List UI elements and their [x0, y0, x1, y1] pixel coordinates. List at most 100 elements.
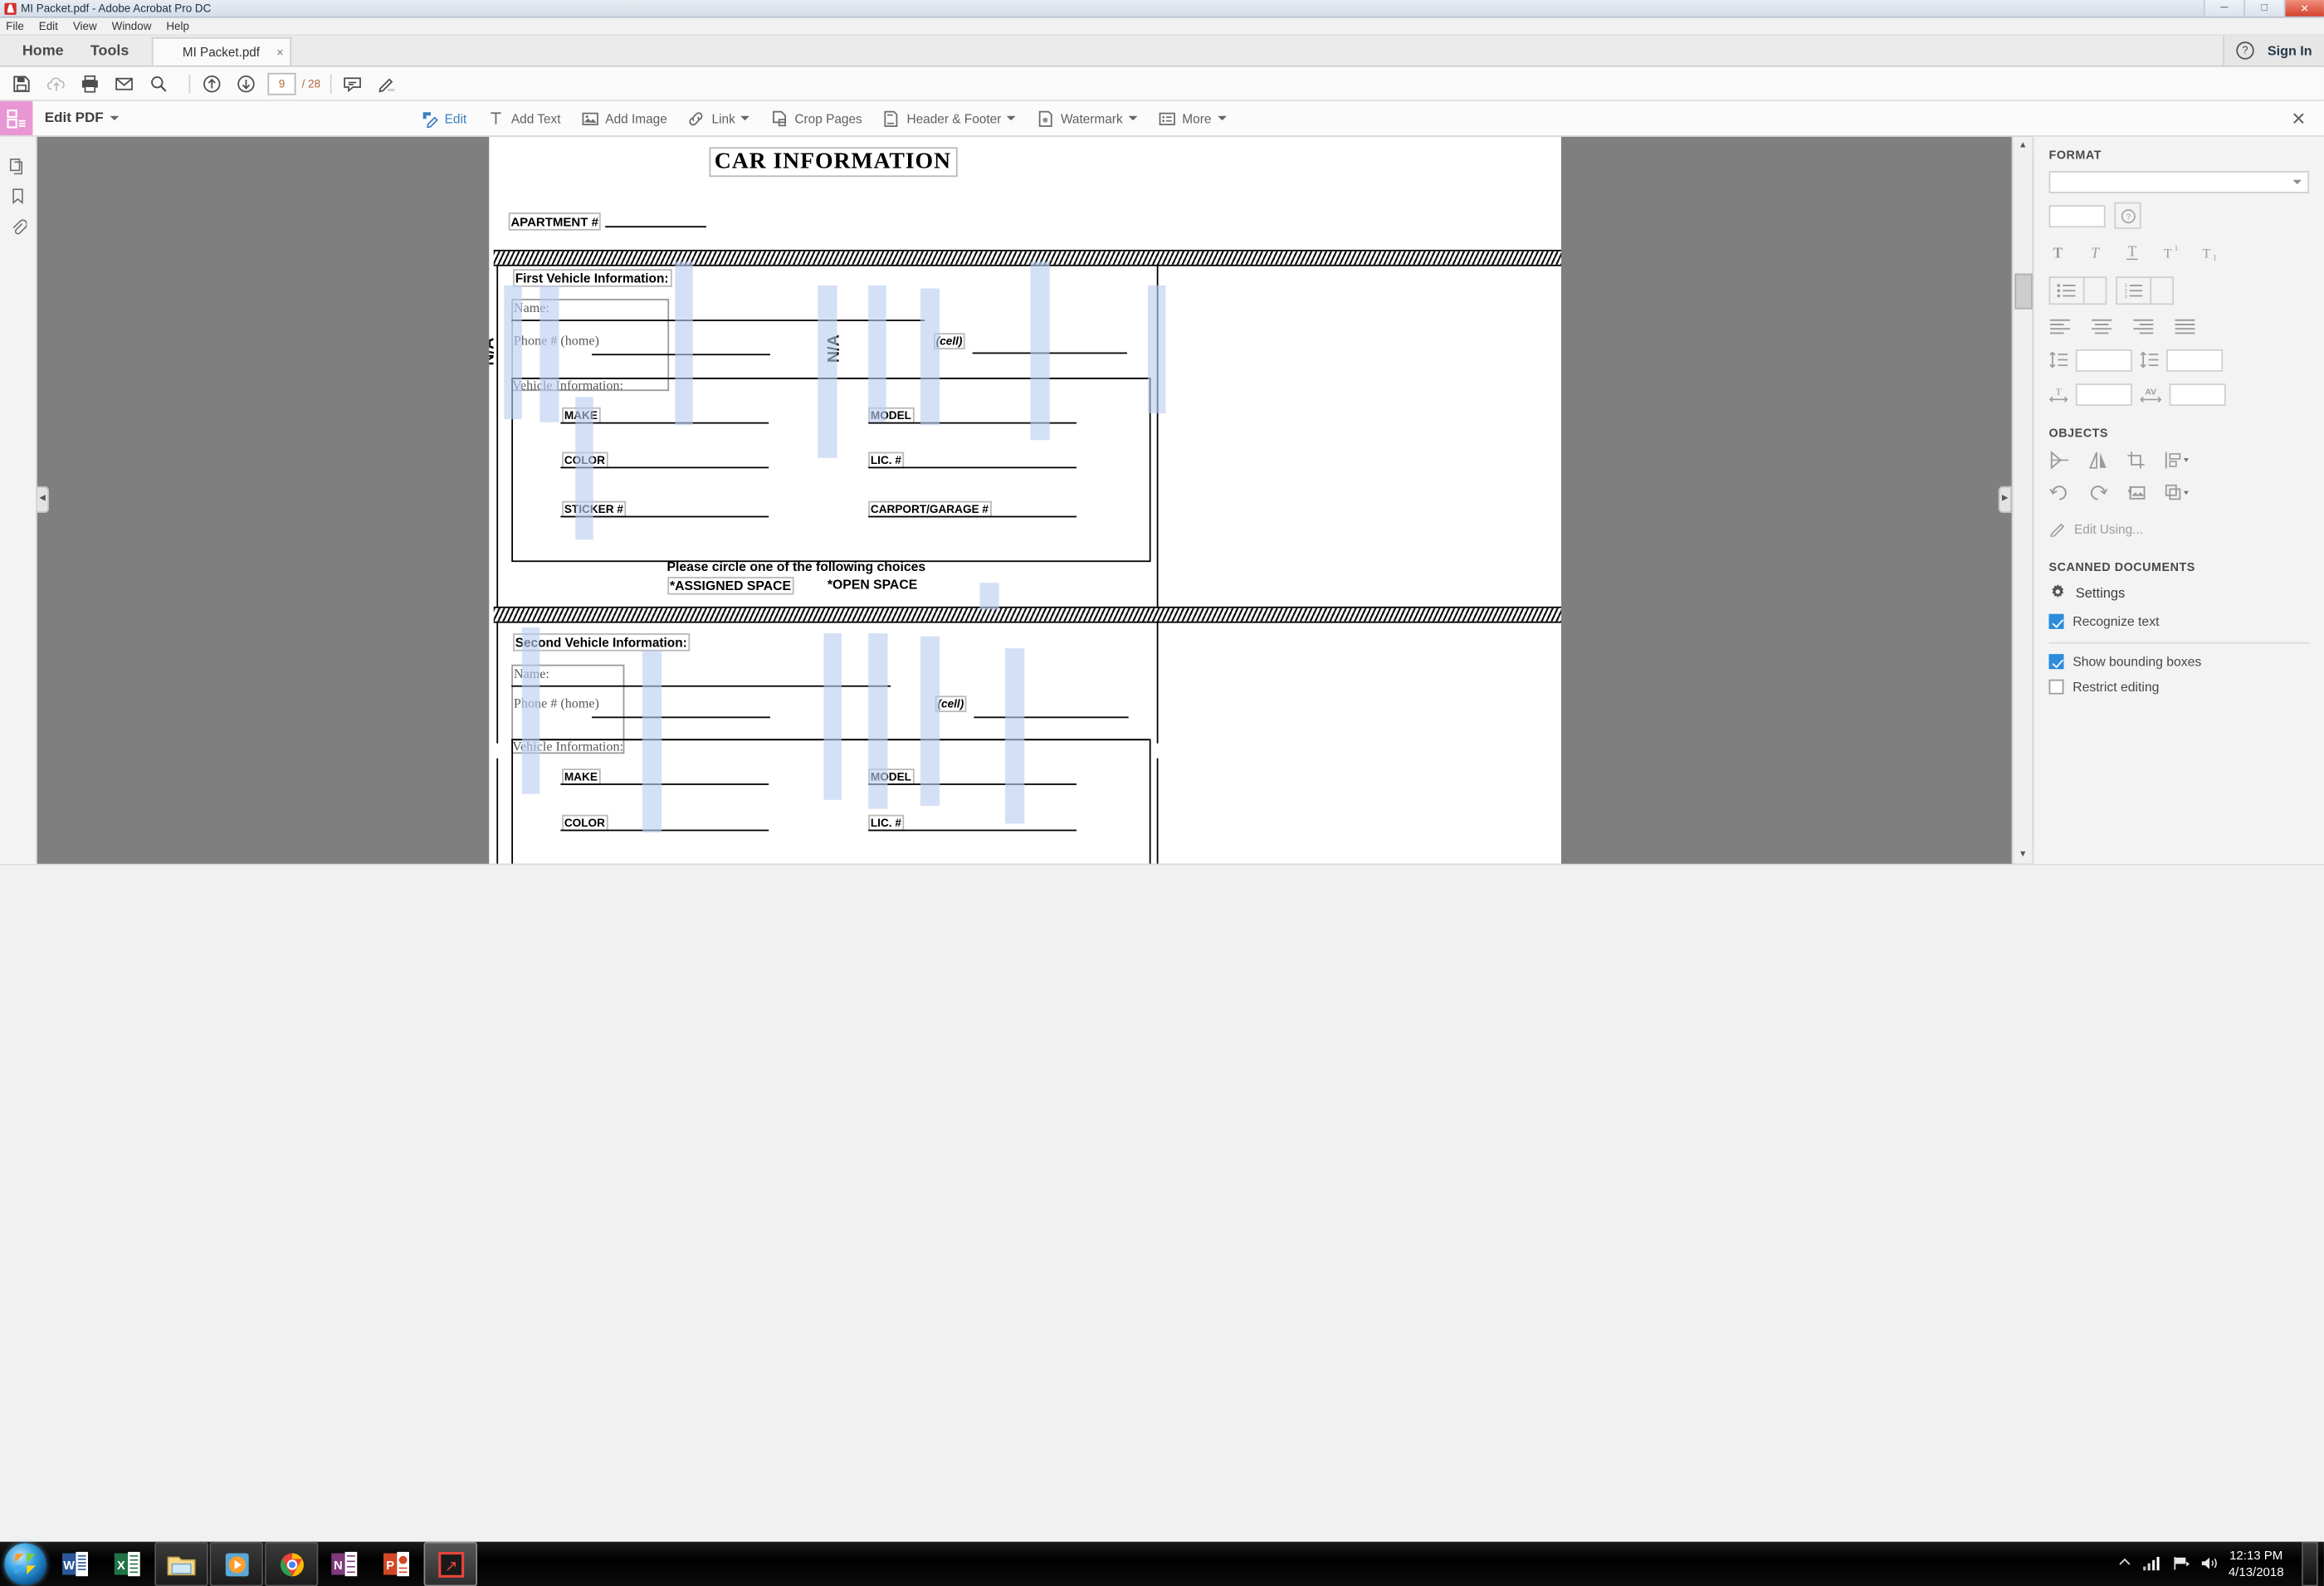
- media-player-taskbar-icon[interactable]: [210, 1542, 263, 1586]
- bulleted-list-group[interactable]: [2049, 276, 2107, 305]
- chevron-down-icon[interactable]: [1129, 116, 1138, 120]
- arrange-icon[interactable]: [2165, 483, 2189, 505]
- tab-document[interactable]: MI Packet.pdf ×: [151, 37, 290, 66]
- tool-add-image[interactable]: Add Image: [580, 109, 667, 128]
- start-orb-button[interactable]: [4, 1543, 46, 1584]
- show-desktop-button[interactable]: [2302, 1542, 2318, 1586]
- show-bounding-boxes-checkbox[interactable]: [2049, 654, 2064, 669]
- rotate-clockwise-icon[interactable]: [2087, 483, 2108, 505]
- edit-pdf-title[interactable]: Edit PDF: [45, 110, 119, 127]
- chevron-down-icon[interactable]: [1218, 116, 1227, 120]
- tool-more[interactable]: More: [1157, 109, 1226, 128]
- align-center-button[interactable]: [2091, 318, 2113, 337]
- scanned-settings-row[interactable]: Settings: [2049, 583, 2309, 603]
- search-icon[interactable]: [146, 71, 171, 95]
- menu-window[interactable]: Window: [112, 19, 152, 32]
- numbered-list-group[interactable]: 123: [2116, 276, 2174, 305]
- taskbar-clock[interactable]: 12:13 PM 4/13/2018: [2229, 1548, 2284, 1580]
- save-icon[interactable]: [9, 71, 34, 95]
- numbered-list-icon[interactable]: 123: [2117, 282, 2150, 299]
- horizontal-scale-select[interactable]: [2076, 383, 2132, 406]
- paragraph-spacing-select[interactable]: [2166, 349, 2223, 372]
- tab-close-icon[interactable]: ×: [276, 46, 283, 59]
- volume-icon[interactable]: [2200, 1554, 2218, 1574]
- onenote-taskbar-icon[interactable]: N: [320, 1543, 370, 1584]
- sign-in-button[interactable]: Sign In: [2268, 43, 2312, 58]
- gear-icon[interactable]: [2049, 583, 2067, 603]
- chevron-down-icon[interactable]: [1007, 116, 1016, 120]
- menu-file[interactable]: File: [6, 19, 24, 32]
- underline-button[interactable]: T: [2123, 242, 2141, 265]
- scroll-down-arrow[interactable]: ▼: [2014, 846, 2033, 863]
- recognize-text-row[interactable]: Recognize text: [2049, 614, 2309, 629]
- print-icon[interactable]: [77, 71, 102, 95]
- bulleted-list-icon[interactable]: [2050, 282, 2082, 299]
- network-icon[interactable]: [2142, 1554, 2161, 1574]
- explorer-taskbar-icon[interactable]: [154, 1542, 208, 1586]
- restrict-editing-checkbox[interactable]: [2049, 680, 2064, 695]
- font-family-select[interactable]: [2049, 171, 2309, 193]
- right-pane-handle[interactable]: ►: [1999, 486, 2012, 512]
- page-thumbnails-icon[interactable]: [0, 152, 36, 182]
- highlight-icon[interactable]: [374, 71, 399, 95]
- attachments-icon[interactable]: [0, 211, 36, 241]
- left-pane-handle[interactable]: ◄: [37, 486, 49, 512]
- chevron-down-icon[interactable]: [2083, 278, 2106, 303]
- font-size-select[interactable]: [2049, 204, 2106, 227]
- flip-vertical-icon[interactable]: [2049, 451, 2070, 473]
- page-number-input[interactable]: 9: [267, 72, 295, 95]
- menu-edit[interactable]: Edit: [39, 19, 58, 32]
- minimize-button[interactable]: ─: [2204, 0, 2243, 17]
- edit-pdf-panel-icon[interactable]: [0, 101, 32, 135]
- recognize-text-checkbox[interactable]: [2049, 614, 2064, 629]
- menu-view[interactable]: View: [73, 19, 97, 32]
- crop-icon[interactable]: [2126, 451, 2147, 473]
- comment-icon[interactable]: [339, 71, 364, 95]
- word-taskbar-icon[interactable]: W: [51, 1543, 101, 1584]
- flip-horizontal-icon[interactable]: [2087, 451, 2108, 473]
- menu-help[interactable]: Help: [166, 19, 189, 32]
- flag-action-center-icon[interactable]: [2172, 1554, 2190, 1574]
- tool-add-text[interactable]: Add Text: [486, 109, 560, 128]
- tool-watermark[interactable]: Watermark: [1035, 109, 1137, 128]
- tool-header-footer[interactable]: Header & Footer: [881, 109, 1016, 128]
- restrict-editing-row[interactable]: Restrict editing: [2049, 680, 2309, 695]
- replace-image-icon[interactable]: [2126, 483, 2147, 505]
- excel-taskbar-icon[interactable]: X: [103, 1543, 154, 1584]
- help-icon[interactable]: ?: [2236, 41, 2253, 59]
- viewer-vertical-scrollbar[interactable]: ▲ ▼: [2012, 137, 2033, 864]
- superscript-button[interactable]: T1: [2160, 243, 2180, 264]
- subscript-button[interactable]: T1: [2199, 243, 2218, 264]
- chevron-down-icon[interactable]: [741, 116, 750, 120]
- tab-home[interactable]: Home: [22, 42, 64, 59]
- email-icon[interactable]: [111, 71, 136, 95]
- tool-crop-pages[interactable]: Crop Pages: [769, 109, 862, 128]
- align-left-button[interactable]: [2049, 318, 2072, 337]
- character-spacing-select[interactable]: [2170, 383, 2226, 406]
- edit-using-row[interactable]: Edit Using...: [2049, 519, 2309, 539]
- show-hidden-icons-button[interactable]: [2116, 1555, 2131, 1573]
- rotate-counterclockwise-icon[interactable]: [2049, 483, 2070, 505]
- previous-page-button[interactable]: [199, 71, 224, 95]
- maximize-button[interactable]: □: [2243, 0, 2283, 17]
- close-edit-toolbar-button[interactable]: ✕: [2291, 108, 2306, 129]
- chevron-down-icon[interactable]: [2150, 278, 2172, 303]
- bold-button[interactable]: T: [2049, 243, 2067, 264]
- acrobat-taskbar-icon[interactable]: ↗: [424, 1542, 477, 1586]
- tool-link[interactable]: Link: [686, 109, 750, 128]
- chrome-taskbar-icon[interactable]: [265, 1542, 318, 1586]
- format-help-button[interactable]: ?: [2114, 203, 2141, 229]
- scroll-up-arrow[interactable]: ▲: [2014, 137, 2033, 154]
- close-button[interactable]: ✕: [2284, 0, 2324, 17]
- powerpoint-taskbar-icon[interactable]: P: [372, 1543, 422, 1584]
- scroll-thumb[interactable]: [2014, 274, 2032, 310]
- align-right-button[interactable]: [2132, 318, 2155, 337]
- align-justify-button[interactable]: [2174, 318, 2196, 337]
- italic-button[interactable]: T: [2086, 243, 2103, 264]
- tab-tools[interactable]: Tools: [90, 42, 129, 59]
- next-page-button[interactable]: [233, 71, 258, 95]
- align-objects-icon[interactable]: [2165, 451, 2189, 473]
- show-bounding-boxes-row[interactable]: Show bounding boxes: [2049, 654, 2309, 669]
- line-spacing-select[interactable]: [2076, 349, 2132, 372]
- tool-edit[interactable]: Edit: [419, 109, 466, 128]
